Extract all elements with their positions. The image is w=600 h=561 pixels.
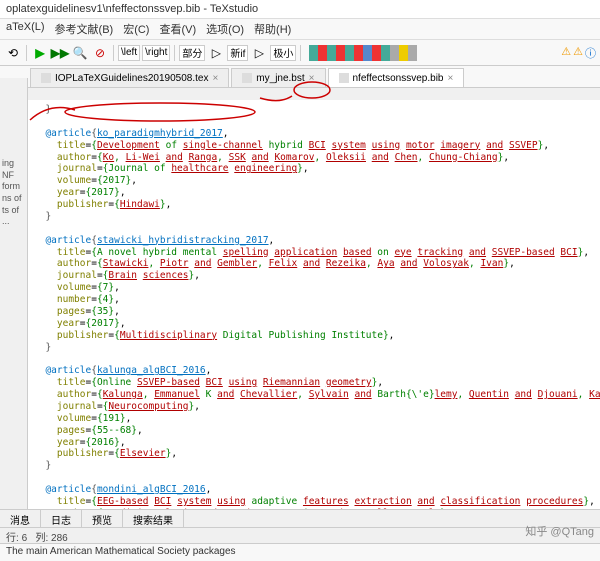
right-combo[interactable]: \right: [142, 45, 170, 61]
run-fast-icon[interactable]: ▶▶: [51, 44, 69, 62]
editor-tab[interactable]: nfeffectsonssvep.bib ×: [328, 68, 465, 87]
color-palette[interactable]: [309, 45, 417, 61]
watermark: 知乎 @QTang: [525, 523, 594, 539]
warn-icon[interactable]: ⓘ: [585, 45, 596, 61]
menu-item[interactable]: 参考文献(B): [55, 21, 114, 37]
color-swatch[interactable]: [345, 45, 354, 61]
tab-label: IOPLaTeXGuidelines20190508.tex: [55, 73, 208, 84]
color-swatch[interactable]: [354, 45, 363, 61]
menu-item[interactable]: 选项(O): [206, 21, 244, 37]
bottom-panel-tabs: 消息日志预览搜索结果: [0, 509, 600, 527]
side-panel: ing NF form ns of ts of ...: [0, 78, 28, 527]
tab-label: nfeffectsonssvep.bib: [353, 73, 444, 84]
color-swatch[interactable]: [372, 45, 381, 61]
file-icon: [339, 73, 349, 83]
tab-label: my_jne.bst: [256, 73, 304, 84]
color-swatch[interactable]: [399, 45, 408, 61]
color-swatch[interactable]: [336, 45, 345, 61]
bottom-tab[interactable]: 消息: [0, 510, 41, 527]
stop-icon[interactable]: ⊘: [91, 44, 109, 62]
color-swatch[interactable]: [363, 45, 372, 61]
footer-message: The main American Mathematical Society p…: [0, 543, 600, 561]
color-swatch[interactable]: [318, 45, 327, 61]
bottom-tab[interactable]: 搜索结果: [123, 510, 184, 527]
view-icon[interactable]: 🔍: [71, 44, 89, 62]
menu-bar: aTeX(L) 参考文献(B) 宏(C) 查看(V) 选项(O) 帮助(H): [0, 19, 600, 40]
bottom-tab[interactable]: 日志: [41, 510, 82, 527]
refresh-icon[interactable]: ⟲: [4, 44, 22, 62]
menu-item[interactable]: 帮助(H): [254, 21, 291, 37]
editor-tabs: IOPLaTeXGuidelines20190508.tex×my_jne.bs…: [0, 66, 600, 88]
status-bar: 行: 6 列: 286: [0, 527, 600, 543]
editor-tab[interactable]: my_jne.bst ×: [231, 68, 325, 87]
color-swatch[interactable]: [408, 45, 417, 61]
menu-item[interactable]: 查看(V): [159, 21, 196, 37]
warn-icon[interactable]: ⚠: [561, 45, 571, 61]
newif-combo[interactable]: 新if: [227, 45, 248, 61]
code-editor[interactable]: } @article{ko_paradigmhybrid_2017, title…: [28, 100, 600, 509]
gt-icon[interactable]: ▷: [250, 44, 268, 62]
run-icon[interactable]: ▶: [31, 44, 49, 62]
warn-icon[interactable]: ⚠: [573, 45, 583, 61]
lt-icon[interactable]: ▷: [207, 44, 225, 62]
close-icon[interactable]: ×: [212, 73, 218, 84]
editor-tab[interactable]: IOPLaTeXGuidelines20190508.tex ×: [30, 68, 229, 87]
color-swatch[interactable]: [309, 45, 318, 61]
close-icon[interactable]: ×: [309, 73, 315, 84]
parts-combo[interactable]: 部分: [179, 45, 205, 61]
bottom-tab[interactable]: 预览: [82, 510, 123, 527]
menu-item[interactable]: aTeX(L): [6, 21, 45, 37]
color-swatch[interactable]: [381, 45, 390, 61]
toolbar: ⟲ ▶ ▶▶ 🔍 ⊘ \left \right 部分 ▷ 新if ▷ 极小 ⚠⚠…: [0, 40, 600, 66]
color-swatch[interactable]: [390, 45, 399, 61]
close-icon[interactable]: ×: [448, 73, 454, 84]
color-swatch[interactable]: [327, 45, 336, 61]
file-icon: [41, 73, 51, 83]
scale-combo[interactable]: 极小: [270, 45, 296, 61]
warning-icons: ⚠⚠ⓘ: [561, 45, 596, 61]
left-combo[interactable]: \left: [118, 45, 140, 61]
window-title: oplatexguidelinesv1\nfeffectonssvep.bib …: [0, 0, 600, 19]
file-icon: [242, 73, 252, 83]
menu-item[interactable]: 宏(C): [123, 21, 149, 37]
